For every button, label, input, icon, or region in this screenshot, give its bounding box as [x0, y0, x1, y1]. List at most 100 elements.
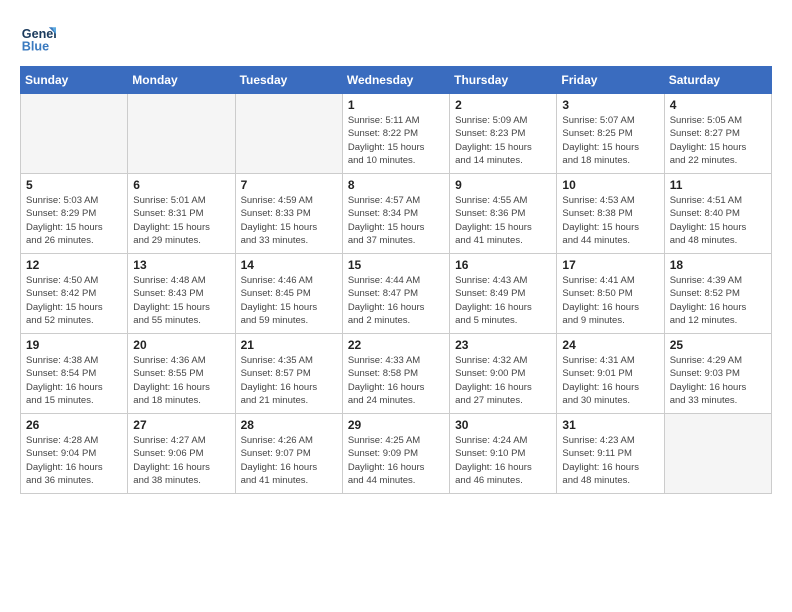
calendar-cell: 30 Sunrise: 4:24 AM Sunset: 9:10 PM Dayli… — [450, 414, 557, 494]
calendar-cell: 23 Sunrise: 4:32 AM Sunset: 9:00 PM Dayli… — [450, 334, 557, 414]
day-number: 30 — [455, 418, 551, 432]
day-info: Sunrise: 4:50 AM Sunset: 8:42 PM Dayligh… — [26, 274, 122, 327]
day-info: Sunrise: 5:07 AM Sunset: 8:25 PM Dayligh… — [562, 114, 658, 167]
day-info: Sunrise: 4:25 AM Sunset: 9:09 PM Dayligh… — [348, 434, 444, 487]
day-info: Sunrise: 4:41 AM Sunset: 8:50 PM Dayligh… — [562, 274, 658, 327]
day-number: 14 — [241, 258, 337, 272]
day-number: 18 — [670, 258, 766, 272]
calendar-cell: 27Sunrise: 4:27 AM Sunset: 9:06 PM Dayli… — [128, 414, 235, 494]
week-row-4: 19 Sunrise: 4:38 AM Sunset: 8:54 PM Dayli… — [21, 334, 772, 414]
day-number: 10 — [562, 178, 658, 192]
day-info: Sunrise: 4:31 AM Sunset: 9:01 PM Dayligh… — [562, 354, 658, 407]
day-number: 15 — [348, 258, 444, 272]
day-info: Sunrise: 4:59 AM Sunset: 8:33 PM Dayligh… — [241, 194, 337, 247]
day-info: Sunrise: 4:39 AM Sunset: 8:52 PM Dayligh… — [670, 274, 766, 327]
day-number: 3 — [562, 98, 658, 112]
day-number: 22 — [348, 338, 444, 352]
calendar-table: SundayMondayTuesdayWednesdayThursdayFrid… — [20, 66, 772, 494]
calendar-cell: 14 Sunrise: 4:46 AM Sunset: 8:45 PM Dayli… — [235, 254, 342, 334]
calendar-cell — [21, 94, 128, 174]
day-number: 24 — [562, 338, 658, 352]
day-info: Sunrise: 4:53 AM Sunset: 8:38 PM Dayligh… — [562, 194, 658, 247]
day-number: 19 — [26, 338, 122, 352]
calendar-cell: 11Sunrise: 4:51 AM Sunset: 8:40 PM Dayli… — [664, 174, 771, 254]
day-number: 13 — [133, 258, 229, 272]
day-number: 9 — [455, 178, 551, 192]
day-info: Sunrise: 4:26 AM Sunset: 9:07 PM Dayligh… — [241, 434, 337, 487]
calendar-cell — [235, 94, 342, 174]
weekday-header-wednesday: Wednesday — [342, 67, 449, 94]
day-number: 21 — [241, 338, 337, 352]
day-info: Sunrise: 4:29 AM Sunset: 9:03 PM Dayligh… — [670, 354, 766, 407]
day-number: 12 — [26, 258, 122, 272]
calendar-cell: 19 Sunrise: 4:38 AM Sunset: 8:54 PM Dayli… — [21, 334, 128, 414]
day-info: Sunrise: 4:24 AM Sunset: 9:10 PM Dayligh… — [455, 434, 551, 487]
day-info: Sunrise: 4:55 AM Sunset: 8:36 PM Dayligh… — [455, 194, 551, 247]
day-number: 17 — [562, 258, 658, 272]
calendar-cell: 22Sunrise: 4:33 AM Sunset: 8:58 PM Dayli… — [342, 334, 449, 414]
weekday-header-sunday: Sunday — [21, 67, 128, 94]
calendar-cell: 15 Sunrise: 4:44 AM Sunset: 8:47 PM Dayli… — [342, 254, 449, 334]
calendar-cell: 4 Sunrise: 5:05 AM Sunset: 8:27 PM Daylig… — [664, 94, 771, 174]
day-info: Sunrise: 4:23 AM Sunset: 9:11 PM Dayligh… — [562, 434, 658, 487]
week-row-1: 1 Sunrise: 5:11 AM Sunset: 8:22 PM Daylig… — [21, 94, 772, 174]
calendar-cell: 5Sunrise: 5:03 AM Sunset: 8:29 PM Daylig… — [21, 174, 128, 254]
day-number: 26 — [26, 418, 122, 432]
week-row-2: 5Sunrise: 5:03 AM Sunset: 8:29 PM Daylig… — [21, 174, 772, 254]
calendar-cell: 21Sunrise: 4:35 AM Sunset: 8:57 PM Dayli… — [235, 334, 342, 414]
calendar-cell: 17 Sunrise: 4:41 AM Sunset: 8:50 PM Dayli… — [557, 254, 664, 334]
day-number: 4 — [670, 98, 766, 112]
calendar-cell: 2Sunrise: 5:09 AM Sunset: 8:23 PM Daylig… — [450, 94, 557, 174]
calendar-cell: 20 Sunrise: 4:36 AM Sunset: 8:55 PM Dayli… — [128, 334, 235, 414]
page-header: General Blue — [20, 20, 772, 56]
day-number: 7 — [241, 178, 337, 192]
day-info: Sunrise: 5:11 AM Sunset: 8:22 PM Dayligh… — [348, 114, 444, 167]
week-row-5: 26 Sunrise: 4:28 AM Sunset: 9:04 PM Dayli… — [21, 414, 772, 494]
calendar-cell: 3 Sunrise: 5:07 AM Sunset: 8:25 PM Daylig… — [557, 94, 664, 174]
calendar-cell: 16Sunrise: 4:43 AM Sunset: 8:49 PM Dayli… — [450, 254, 557, 334]
day-number: 25 — [670, 338, 766, 352]
day-number: 29 — [348, 418, 444, 432]
calendar-cell: 7 Sunrise: 4:59 AM Sunset: 8:33 PM Daylig… — [235, 174, 342, 254]
day-info: Sunrise: 5:05 AM Sunset: 8:27 PM Dayligh… — [670, 114, 766, 167]
calendar-cell — [128, 94, 235, 174]
day-info: Sunrise: 5:09 AM Sunset: 8:23 PM Dayligh… — [455, 114, 551, 167]
calendar-cell: 1 Sunrise: 5:11 AM Sunset: 8:22 PM Daylig… — [342, 94, 449, 174]
calendar-cell: 26 Sunrise: 4:28 AM Sunset: 9:04 PM Dayli… — [21, 414, 128, 494]
day-number: 31 — [562, 418, 658, 432]
day-info: Sunrise: 5:01 AM Sunset: 8:31 PM Dayligh… — [133, 194, 229, 247]
day-number: 27 — [133, 418, 229, 432]
day-number: 1 — [348, 98, 444, 112]
calendar-cell: 18 Sunrise: 4:39 AM Sunset: 8:52 PM Dayli… — [664, 254, 771, 334]
day-number: 6 — [133, 178, 229, 192]
calendar-cell: 8Sunrise: 4:57 AM Sunset: 8:34 PM Daylig… — [342, 174, 449, 254]
weekday-header-monday: Monday — [128, 67, 235, 94]
logo-icon: General Blue — [20, 20, 56, 56]
day-info: Sunrise: 4:38 AM Sunset: 8:54 PM Dayligh… — [26, 354, 122, 407]
calendar-cell — [664, 414, 771, 494]
logo: General Blue — [20, 20, 60, 56]
day-number: 23 — [455, 338, 551, 352]
day-info: Sunrise: 4:46 AM Sunset: 8:45 PM Dayligh… — [241, 274, 337, 327]
svg-text:Blue: Blue — [22, 40, 49, 54]
day-info: Sunrise: 4:28 AM Sunset: 9:04 PM Dayligh… — [26, 434, 122, 487]
weekday-header-saturday: Saturday — [664, 67, 771, 94]
day-info: Sunrise: 4:36 AM Sunset: 8:55 PM Dayligh… — [133, 354, 229, 407]
day-info: Sunrise: 4:44 AM Sunset: 8:47 PM Dayligh… — [348, 274, 444, 327]
weekday-header-tuesday: Tuesday — [235, 67, 342, 94]
day-info: Sunrise: 4:48 AM Sunset: 8:43 PM Dayligh… — [133, 274, 229, 327]
day-number: 5 — [26, 178, 122, 192]
weekday-header-row: SundayMondayTuesdayWednesdayThursdayFrid… — [21, 67, 772, 94]
calendar-cell: 24 Sunrise: 4:31 AM Sunset: 9:01 PM Dayli… — [557, 334, 664, 414]
day-info: Sunrise: 4:32 AM Sunset: 9:00 PM Dayligh… — [455, 354, 551, 407]
calendar-cell: 10 Sunrise: 4:53 AM Sunset: 8:38 PM Dayli… — [557, 174, 664, 254]
calendar-cell: 31 Sunrise: 4:23 AM Sunset: 9:11 PM Dayli… — [557, 414, 664, 494]
day-number: 11 — [670, 178, 766, 192]
weekday-header-thursday: Thursday — [450, 67, 557, 94]
day-number: 28 — [241, 418, 337, 432]
calendar-cell: 29 Sunrise: 4:25 AM Sunset: 9:09 PM Dayli… — [342, 414, 449, 494]
day-number: 16 — [455, 258, 551, 272]
calendar-cell: 9 Sunrise: 4:55 AM Sunset: 8:36 PM Daylig… — [450, 174, 557, 254]
day-number: 20 — [133, 338, 229, 352]
weekday-header-friday: Friday — [557, 67, 664, 94]
